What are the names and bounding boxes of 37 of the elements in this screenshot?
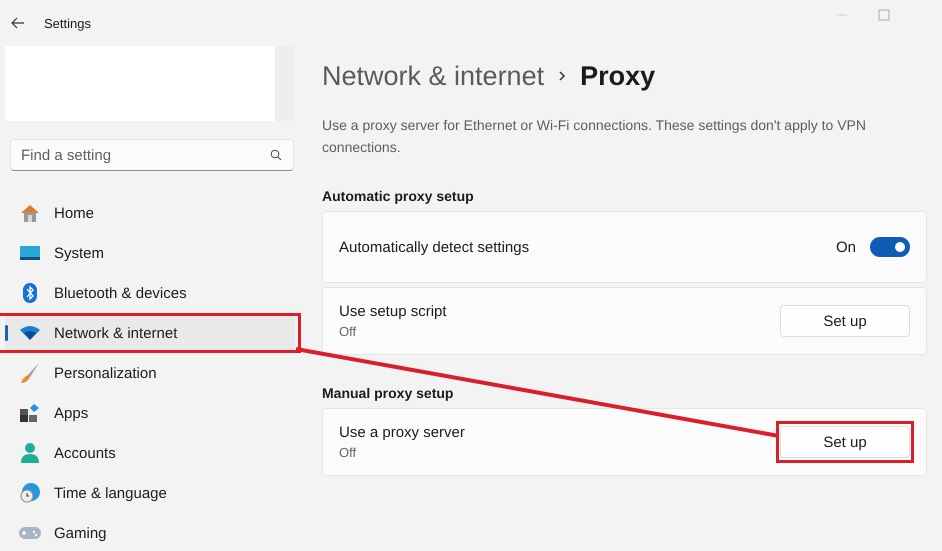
sidebar-item[interactable]: Bluetooth & devices xyxy=(5,275,295,311)
search-field[interactable]: Find a setting xyxy=(10,139,294,171)
globe-clock-icon xyxy=(19,482,41,504)
setting-status: Off xyxy=(339,324,358,339)
sidebar-item[interactable]: Gaming xyxy=(5,515,295,551)
sidebar-item[interactable]: Time & language xyxy=(5,475,295,511)
section-heading: Automatic proxy setup xyxy=(322,188,475,204)
breadcrumb-link[interactable]: Network & internet xyxy=(322,60,544,92)
window-title: Settings xyxy=(44,16,91,30)
section-heading: Manual proxy setup xyxy=(322,385,454,401)
sidebar-item[interactable]: Personalization xyxy=(5,355,295,391)
page-description: Use a proxy server for Ethernet or Wi-Fi connections. These settings don't apply to VPN connections. xyxy=(322,116,867,157)
setting-label: Use a proxy server xyxy=(339,424,465,441)
selection-indicator xyxy=(5,325,8,341)
sidebar-item[interactable]: Accounts xyxy=(5,435,295,471)
back-button[interactable] xyxy=(10,15,26,31)
paintbrush-icon xyxy=(19,362,41,384)
toggle-switch[interactable] xyxy=(870,237,910,257)
setup-button[interactable]: Set up xyxy=(780,305,910,337)
toggle-state: On xyxy=(836,238,856,256)
setting-label: Use setup script xyxy=(339,303,447,320)
wifi-icon xyxy=(19,325,41,341)
setting-label: Automatically detect settings xyxy=(339,238,530,256)
chevron-icon xyxy=(558,70,566,82)
page-title: Proxy xyxy=(580,60,656,92)
gamepad-icon xyxy=(18,525,42,541)
apps-icon xyxy=(19,403,41,423)
sidebar-item[interactable]: Home xyxy=(5,195,295,231)
search-icon xyxy=(270,149,282,161)
house-icon xyxy=(19,203,41,223)
bluetooth-icon xyxy=(22,282,38,304)
setting-status: Off xyxy=(339,445,358,460)
sidebar-item[interactable]: Apps xyxy=(5,395,295,431)
monitor-icon xyxy=(19,245,41,261)
sidebar-item[interactable]: System xyxy=(5,235,295,271)
person-icon xyxy=(20,442,40,464)
setup-button[interactable]: Set up xyxy=(780,426,910,458)
